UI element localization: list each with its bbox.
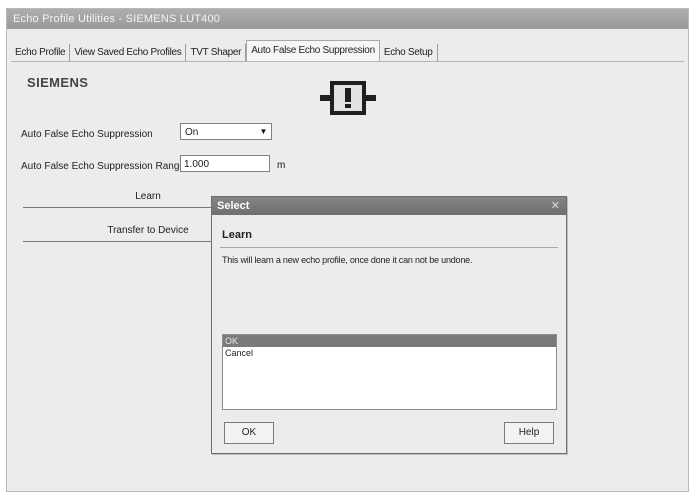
tab-divider <box>11 61 684 62</box>
device-status-icon <box>320 81 376 115</box>
afes-select-value: On <box>185 127 199 138</box>
help-button[interactable]: Help <box>504 422 554 444</box>
window-title: Echo Profile Utilities - SIEMENS LUT400 <box>7 9 688 29</box>
tab-bar: Echo Profile View Saved Echo Profiles TV… <box>11 39 438 61</box>
afes-range-input[interactable]: 1.000 <box>180 155 270 172</box>
option-cancel[interactable]: Cancel <box>223 347 556 359</box>
tab-echo-setup[interactable]: Echo Setup <box>380 44 438 61</box>
option-ok[interactable]: OK <box>223 335 556 347</box>
dialog-message: This will learn a new echo profile, once… <box>222 255 473 265</box>
afes-select[interactable]: On ▼ <box>180 123 272 140</box>
tab-echo-profile[interactable]: Echo Profile <box>11 44 71 61</box>
select-dialog: Select ✕ Learn This will learn a new ech… <box>211 196 567 454</box>
dialog-divider <box>220 247 558 248</box>
tab-auto-false-echo-suppression[interactable]: Auto False Echo Suppression <box>246 40 380 61</box>
tab-tvt-shaper[interactable]: TVT Shaper <box>186 44 247 61</box>
ok-button[interactable]: OK <box>224 422 274 444</box>
close-icon[interactable]: ✕ <box>551 197 560 215</box>
afes-label: Auto False Echo Suppression <box>21 129 153 140</box>
afes-range-label: Auto False Echo Suppression Range <box>21 161 185 172</box>
brand-logo: SIEMENS <box>27 75 89 90</box>
dialog-heading: Learn <box>222 229 252 241</box>
options-listbox[interactable]: OK Cancel <box>222 334 557 410</box>
range-unit: m <box>277 160 286 171</box>
tab-view-saved-echo-profiles[interactable]: View Saved Echo Profiles <box>70 44 187 61</box>
chevron-down-icon[interactable]: ▼ <box>257 125 270 138</box>
dialog-title: Select <box>212 197 566 215</box>
